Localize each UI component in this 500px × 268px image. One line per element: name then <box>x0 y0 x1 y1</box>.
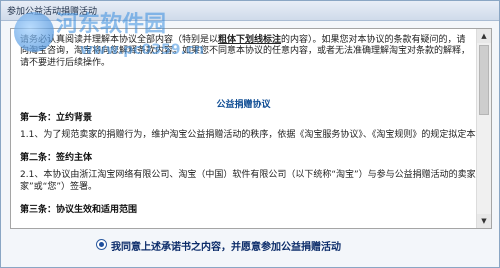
agreement-panel: 请务必认真阅读并理解本协议全部内容（特别是以粗体下划线标注的内容）。如果您对本协… <box>10 28 492 229</box>
agreement-title: 公益捐赠协议 <box>216 100 271 110</box>
article-2-text-line-1: 2.1、本协议由浙江淘宝网络有限公司、淘宝（中国）软件有限公司（以下统称“淘宝”… <box>20 170 476 180</box>
vertical-scrollbar[interactable]: ▲ ▼ <box>476 29 491 228</box>
intro-line-1: 请务必认真阅读并理解本协议全部内容（特别是以粗体下划线标注的内容）。如果您对本协… <box>20 35 466 46</box>
intro-bold-underline: 粗体下划线标注 <box>218 35 282 45</box>
article-1-text: 1.1、为了规范卖家的捐赠行为，维护淘宝公益捐赠活动的秩序，依据《淘宝服务协议》… <box>20 130 476 140</box>
title-bar[interactable]: 参加公益活动捐赠活动 <box>1 1 499 21</box>
intro-line-1-text: 请务必认真阅读并理解本协议全部内容（特别是以 <box>20 35 219 45</box>
radio-button[interactable] <box>96 239 107 250</box>
intro-line-3: 请不要进行后续操作。 <box>20 58 111 68</box>
article-1-heading: 第一条：立约背景 <box>20 113 93 123</box>
scroll-thumb[interactable] <box>479 45 489 115</box>
window-title: 参加公益活动捐赠活动 <box>7 7 98 17</box>
article-3-heading: 第三条：协议生效和适用范围 <box>20 205 138 215</box>
article-2-heading: 第二条：签约主体 <box>20 153 93 163</box>
article-2-text-line-2: 家”或“您”）签署。 <box>20 182 97 192</box>
intro-line-1-tail: 的内容）。如果您对本协议的条款有疑问的，请 <box>281 35 466 45</box>
scroll-down-arrow-icon[interactable]: ▼ <box>477 214 491 228</box>
dialog-window: 参加公益活动捐赠活动 请务必认真阅读并理解本协议全部内容（特别是以粗体下划线标注… <box>0 0 500 268</box>
agreement-text-area[interactable]: 请务必认真阅读并理解本协议全部内容（特别是以粗体下划线标注的内容）。如果您对本协… <box>11 29 476 228</box>
scroll-up-arrow-icon[interactable]: ▲ <box>477 29 491 43</box>
intro-line-2: 向淘宝咨询，淘宝将向您解释条款内容。如果您不同意本协议的任意内容，或者无法准确理… <box>20 46 471 56</box>
consent-label: 我同意上述承诺书之内容，并愿意参加公益捐赠活动 <box>111 242 341 253</box>
